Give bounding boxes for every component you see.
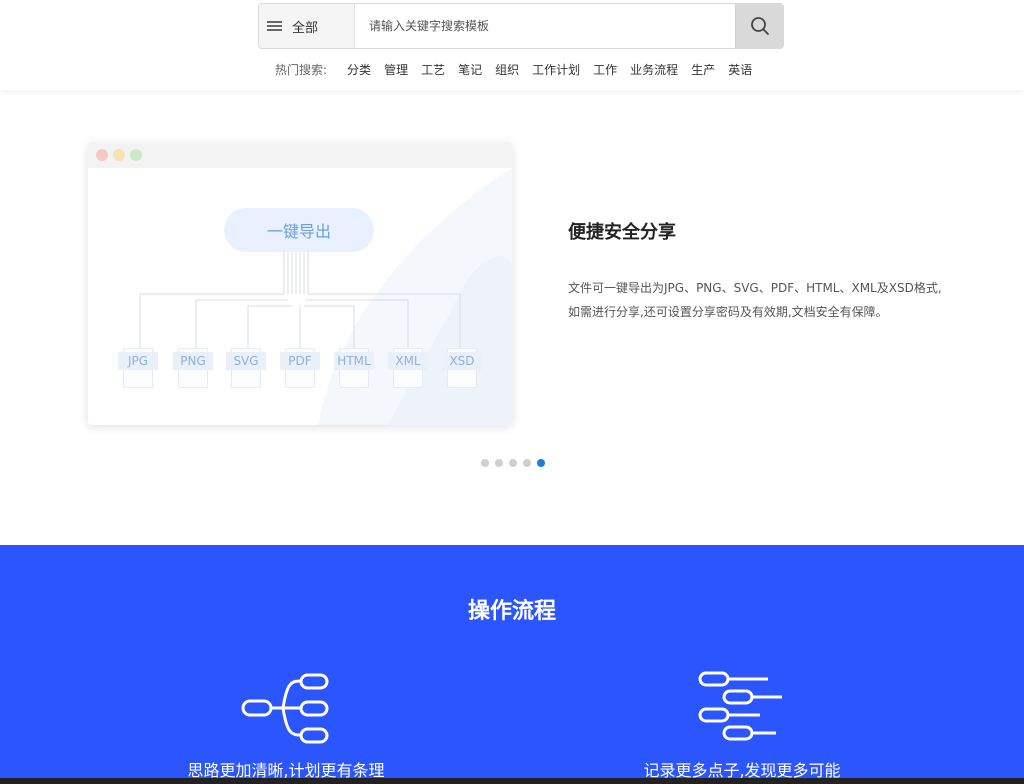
search-input[interactable] [355,4,735,48]
window-close-dot [96,149,108,161]
format-file-icon: HTML [334,348,374,388]
carousel-dot[interactable] [509,459,517,467]
bottom-bar [0,778,1024,784]
hot-search-tag[interactable]: 工艺 [421,61,445,78]
format-file-icon: XSD [442,348,482,388]
menu-icon [267,21,282,31]
feature-title: 便捷安全分享 [568,222,676,243]
format-file-icon: JPG [118,348,158,388]
window-body: 一键导出 JPG PNG SVG PDF HTML XML XSD [88,168,512,425]
format-label: JPG [118,352,158,370]
window-minimize-dot [113,149,125,161]
hot-search-tag[interactable]: 工作计划 [532,61,580,78]
format-label: HTML [334,352,374,370]
process-section: 操作流程 思路更加清晰,计划更有条理 记录更多点子,发现更多可能 [0,545,1024,784]
format-label: PNG [173,352,213,370]
search-icon [750,17,769,35]
format-file-icon: PNG [173,348,213,388]
carousel-dot[interactable] [523,459,531,467]
export-button-illustration: 一键导出 [224,208,374,252]
format-label: PDF [280,352,320,370]
format-label: SVG [226,352,266,370]
format-file-icon: PDF [280,348,320,388]
window-titlebar [88,142,512,168]
hot-search-tag[interactable]: 管理 [384,61,408,78]
hot-search: 热门搜索: 分类 管理 工艺 笔记 组织 工作计划 工作 业务流程 生产 英语 [275,61,765,78]
hot-search-tag[interactable]: 组织 [495,61,519,78]
format-label: XSD [442,352,482,370]
format-label: XML [388,352,428,370]
illustration-window: 一键导出 JPG PNG SVG PDF HTML XML XSD [88,142,512,425]
feature-description-line: 如需进行分享,还可设置分享密码及有效期,文档安全有保障。 [568,305,888,319]
feature-description-line: 文件可一键导出为JPG、PNG、SVG、PDF、HTML、XML及XSD格式, [568,281,942,295]
process-title: 操作流程 [467,599,556,624]
carousel-dot[interactable] [537,459,545,467]
hot-search-tag[interactable]: 英语 [728,61,752,78]
carousel-dot[interactable] [481,459,489,467]
mindmap-icon [241,673,329,744]
outline-icon [698,671,782,741]
hot-search-tag[interactable]: 业务流程 [630,61,678,78]
format-file-icon: SVG [226,348,266,388]
search-button[interactable] [735,4,783,48]
feature-description: 文件可一键导出为JPG、PNG、SVG、PDF、HTML、XML及XSD格式, … [568,276,968,324]
window-maximize-dot [130,149,142,161]
search-bar: 全部 [258,3,784,49]
carousel-dot[interactable] [495,459,503,467]
format-file-icon: XML [388,348,428,388]
carousel-indicators [481,459,551,467]
hot-search-tag[interactable]: 分类 [347,61,371,78]
hot-search-label: 热门搜索: [275,63,328,77]
hot-search-tag[interactable]: 工作 [593,61,617,78]
hot-search-tag[interactable]: 笔记 [458,61,482,78]
header: 全部 热门搜索: 分类管理工艺笔记组织工作计划工作业务流程生产英语 [0,0,1024,90]
hot-search-tag[interactable]: 生产 [691,61,715,78]
category-select[interactable]: 全部 [259,4,355,48]
category-label: 全部 [292,20,319,36]
